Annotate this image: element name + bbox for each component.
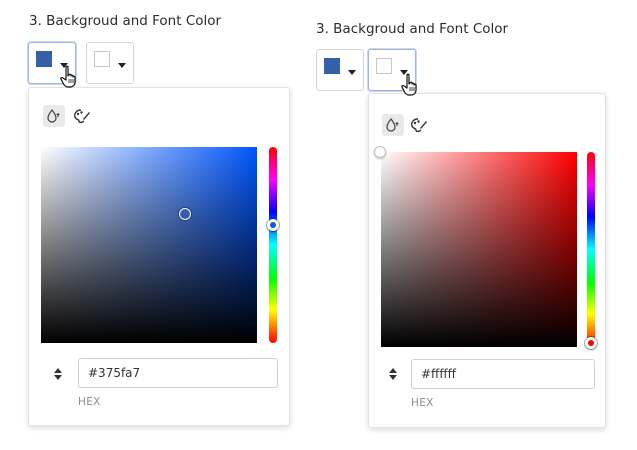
section-title: 3. Backgroud and Font Color — [316, 21, 509, 37]
hand-pointer-icon — [60, 65, 76, 88]
saturation-handle[interactable] — [179, 208, 191, 220]
hex-input[interactable]: #ffffff — [411, 359, 595, 389]
palette-mode-button[interactable] — [408, 114, 430, 136]
up-down-arrows-icon[interactable] — [388, 367, 398, 381]
font-color-button[interactable] — [86, 42, 134, 84]
background-color-button[interactable] — [316, 49, 364, 91]
format-label: HEX — [78, 396, 101, 408]
font-color-swatch — [376, 58, 392, 74]
font-color-swatch — [94, 51, 110, 67]
palette-mode-button[interactable] — [71, 105, 93, 127]
color-picker-popup: #375fa7 HEX — [28, 87, 290, 426]
water-drop-icon — [47, 109, 60, 123]
saturation-handle[interactable] — [374, 146, 386, 158]
dropper-mode-button[interactable] — [382, 114, 404, 136]
hue-slider[interactable] — [587, 152, 595, 347]
hex-input[interactable]: #375fa7 — [78, 358, 278, 388]
hue-handle[interactable] — [585, 337, 597, 349]
color-picker-popup: #ffffff HEX — [368, 93, 606, 428]
palette-icon — [74, 109, 90, 124]
chevron-down-icon — [118, 63, 126, 68]
format-label: HEX — [411, 397, 434, 409]
up-down-arrows-icon[interactable] — [53, 367, 63, 381]
hand-pointer-icon — [401, 73, 417, 96]
background-color-swatch — [324, 58, 340, 74]
palette-icon — [411, 118, 427, 133]
background-color-swatch — [36, 51, 52, 67]
hue-slider[interactable] — [269, 147, 277, 343]
hue-handle[interactable] — [267, 219, 279, 231]
saturation-value-area[interactable] — [381, 152, 577, 347]
section-title: 3. Backgroud and Font Color — [29, 13, 222, 29]
chevron-down-icon — [348, 70, 356, 75]
saturation-value-area[interactable] — [41, 147, 257, 343]
dropper-mode-button[interactable] — [43, 105, 65, 127]
water-drop-icon — [386, 118, 399, 132]
